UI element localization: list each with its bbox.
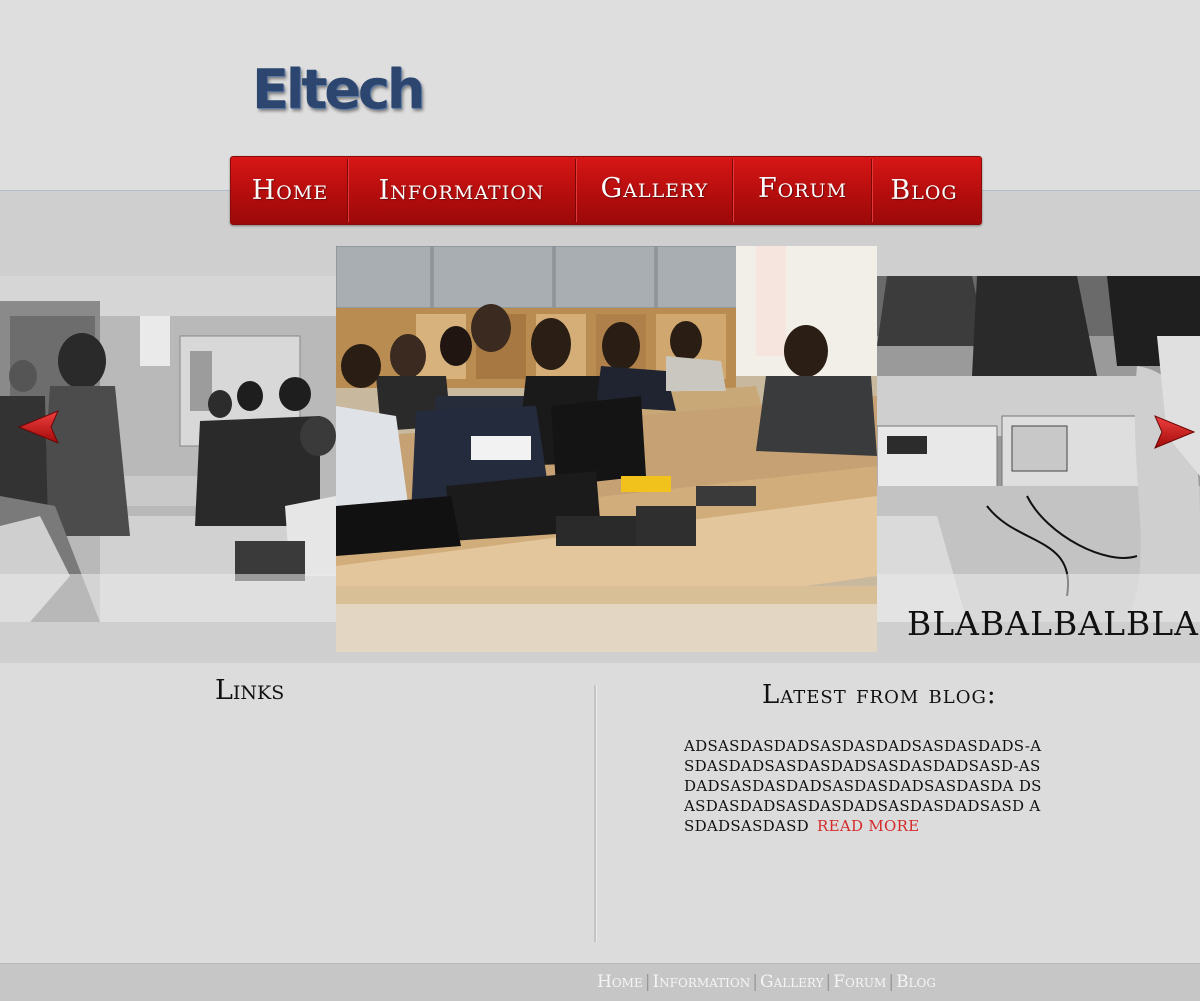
footer-separator: | [644, 972, 651, 992]
nav-item-blog[interactable]: Blog [873, 157, 975, 224]
nav-item-forum[interactable]: Forum [734, 155, 871, 222]
slider-next-arrow-icon[interactable] [1153, 415, 1195, 449]
footer-link-gallery[interactable]: Gallery [760, 972, 824, 992]
footer-nav: Home | Information | Gallery | Forum | Blog [597, 972, 936, 992]
footer-link-information[interactable]: Information [652, 972, 750, 992]
blog-excerpt: adsasdasdadsasdasdadsasdasdads-asdasdads… [684, 736, 1044, 836]
footer-separator: | [752, 972, 758, 992]
slide-next-image[interactable] [877, 276, 1200, 622]
site-logo[interactable]: Eltech [252, 58, 425, 121]
classroom-photo [336, 246, 877, 652]
slider-prev-arrow-icon[interactable] [18, 410, 60, 444]
footer-link-home[interactable]: Home [597, 972, 643, 992]
footer-link-forum[interactable]: Forum [833, 972, 886, 992]
lab-equipment-photo-grayscale [877, 276, 1200, 622]
classroom-photo-grayscale [0, 276, 336, 622]
slide-caption-strip [0, 574, 336, 622]
slide-caption-strip [336, 604, 877, 652]
read-more-link[interactable]: read more [817, 817, 919, 835]
nav-item-information[interactable]: Information [349, 157, 574, 224]
slide-previous-image[interactable] [0, 276, 336, 622]
blog-heading: Latest from blog: [762, 680, 997, 710]
slide-current-image[interactable] [336, 246, 877, 652]
footer-link-blog[interactable]: Blog [896, 972, 936, 992]
nav-item-gallery[interactable]: Gallery [577, 155, 732, 222]
nav-item-home[interactable]: Home [233, 157, 347, 224]
links-heading: Links [215, 675, 285, 706]
main-nav: Home Information Gallery Forum Blog [230, 156, 982, 225]
footer-separator: | [825, 972, 832, 992]
footer-separator: | [888, 972, 895, 992]
content-divider [594, 685, 597, 942]
slide-caption: BLABALBALBLA [907, 604, 1199, 643]
